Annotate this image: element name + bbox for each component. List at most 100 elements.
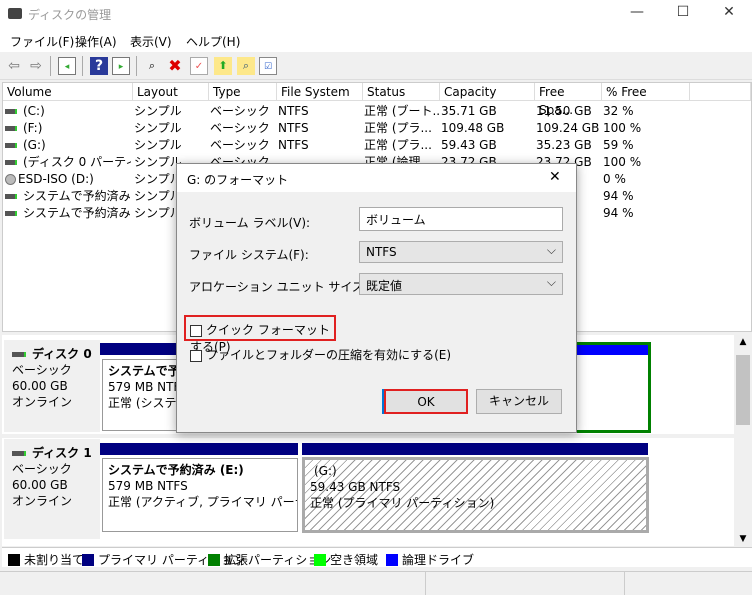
table-row[interactable]: (C:) シンプル ベーシック NTFS 正常 (ブート... 35.71 GB 11.50… — [3, 103, 751, 120]
window-title: ディスクの管理 — [28, 8, 112, 22]
file-system-value: NTFS — [366, 245, 397, 259]
cell-text: NTFS — [278, 138, 309, 152]
cell-text: シンプル — [134, 138, 182, 152]
table-row[interactable]: (F:) シンプル ベーシック NTFS 正常 (プラ... 109.48 GB 109.2… — [3, 120, 751, 137]
table-cell: 11.50 GB — [536, 103, 601, 120]
column-header-free-space[interactable]: Free Spa... — [535, 83, 602, 117]
console-tree-icon[interactable]: ◂ — [58, 57, 76, 75]
table-cell: システムで予約済み — [5, 188, 131, 205]
volume-icon — [5, 126, 17, 131]
partition-size: 59.43 GB NTFS — [310, 480, 401, 494]
cell-text: 94 % — [603, 189, 634, 203]
menu-help[interactable]: ヘルプ(H) — [186, 33, 240, 50]
scroll-up-icon[interactable]: ▲ — [734, 337, 752, 347]
table-cell: ベーシック — [210, 137, 276, 154]
menu-action[interactable]: 操作(A) — [75, 33, 117, 50]
cd-drive-icon — [5, 174, 16, 185]
help-icon[interactable]: ? — [90, 57, 108, 75]
legend-swatch — [8, 553, 20, 566]
file-system-select[interactable]: NTFS — [359, 241, 563, 263]
vertical-scrollbar[interactable]: ▲ ▼ — [734, 335, 752, 546]
compression-checkbox[interactable]: ファイルとフォルダーの圧縮を有効にする(E) — [190, 346, 451, 363]
column-header-layout[interactable]: Layout — [133, 83, 209, 101]
cell-text: システムで予約済み ... — [23, 206, 131, 220]
action-pane-icon[interactable]: ▸ — [112, 57, 130, 75]
table-cell: (ディスク 0 パーティシ... — [5, 154, 131, 171]
column-header-volume[interactable]: Volume — [3, 83, 133, 101]
legend-label: 未割り当て — [24, 553, 85, 567]
cell-text: ベーシック — [210, 121, 270, 135]
checklist-icon[interactable]: ☑ — [259, 57, 277, 75]
close-button[interactable]: ✕ — [714, 4, 744, 20]
status-bar — [0, 571, 752, 595]
disk-0-label[interactable]: ディスク 0 ベーシック 60.00 GB オンライン — [4, 340, 100, 432]
table-cell: (G:) — [5, 137, 131, 154]
volume-label-input[interactable]: ボリューム — [359, 207, 563, 231]
quick-format-checkbox-box[interactable] — [190, 324, 202, 337]
disk-state: オンライン — [12, 395, 73, 409]
table-cell: 32 % — [603, 103, 689, 120]
properties-icon[interactable]: ✓ — [190, 57, 208, 75]
table-cell: 100 % — [603, 154, 689, 171]
cell-text: 35.71 GB — [441, 104, 497, 118]
cell-text: 59.43 GB — [441, 138, 497, 152]
cell-text: シンプル — [134, 155, 182, 169]
partition-name: (G:) — [314, 464, 337, 478]
table-cell: シンプル — [134, 120, 208, 137]
search-icon[interactable]: ⌕ — [237, 57, 255, 75]
allocation-unit-select[interactable]: 既定値 — [359, 273, 563, 295]
disk-management-icon — [8, 8, 22, 19]
dialog-close-button[interactable]: ✕ — [549, 169, 561, 185]
cell-text: シンプル — [134, 206, 182, 220]
menu-file[interactable]: ファイル(F) — [10, 33, 74, 50]
column-header-file-system[interactable]: File System — [277, 83, 363, 101]
cell-text: シンプル — [134, 172, 182, 186]
table-cell: NTFS — [278, 120, 362, 137]
compression-checkbox-box[interactable] — [190, 349, 202, 362]
menu-view[interactable]: 表示(V) — [130, 33, 172, 50]
disk-icon — [12, 451, 26, 456]
partition-g-selected[interactable]: (G:) 59.43 GB NTFS 正常 (プライマリ パーティション) — [302, 457, 649, 533]
legend-swatch — [386, 553, 398, 566]
partition-system-reserved-e[interactable]: システムで予約済み (E:) 579 MB NTFS 正常 (アクティブ, プラ… — [102, 458, 298, 532]
column-header-status[interactable]: Status — [363, 83, 440, 101]
table-cell: 109.24 GB — [536, 120, 601, 137]
scrollbar-thumb[interactable] — [736, 355, 750, 425]
table-row[interactable]: (G:) シンプル ベーシック NTFS 正常 (プラ... 59.43 GB 35.23 … — [3, 137, 751, 154]
primary-partition-bar — [100, 443, 298, 455]
table-cell: 109.48 GB — [441, 120, 534, 137]
column-header-type[interactable]: Type — [209, 83, 277, 101]
cell-text: 100 % — [603, 155, 642, 169]
maximize-button[interactable]: ☐ — [668, 4, 698, 20]
legend-item: 空き領域 — [314, 551, 378, 568]
table-cell: (F:) — [5, 120, 131, 137]
minimize-button[interactable]: — — [622, 4, 652, 20]
cancel-button[interactable]: キャンセル — [476, 389, 562, 414]
allocation-unit-label: アロケーション ユニット サイズ(A): — [189, 280, 386, 294]
forward-icon[interactable]: ⇨ — [27, 57, 45, 75]
scroll-down-icon[interactable]: ▼ — [734, 534, 752, 544]
back-icon[interactable]: ⇦ — [5, 57, 23, 75]
cell-text: 109.24 GB — [536, 121, 600, 135]
dialog-title: G: のフォーマット — [187, 173, 289, 187]
column-header-empty — [690, 83, 751, 101]
cell-text: 32 % — [603, 104, 634, 118]
column-header-capacity[interactable]: Capacity — [440, 83, 535, 101]
cell-text: シンプル — [134, 189, 182, 203]
table-cell: 100 % — [603, 120, 689, 137]
delete-icon[interactable]: ✖ — [166, 57, 184, 75]
import-icon[interactable]: ⬆ — [214, 57, 232, 75]
disk-type: ベーシック — [12, 462, 72, 476]
partition-status: 正常 (アクティブ, プライマリ パーティション — [108, 495, 297, 509]
format-dialog: G: のフォーマット ✕ ボリューム ラベル(V): ボリューム ファイル シス… — [176, 163, 577, 433]
quick-format-checkbox[interactable]: クイック フォーマットする(P) — [184, 315, 336, 354]
toolbar: ⇦ ⇨ ◂ ? ▸ ⌕ ✖ ✓ ⬆ ⌕ ☑ — [0, 52, 752, 80]
disk-1-label[interactable]: ディスク 1 ベーシック 60.00 GB オンライン — [4, 439, 100, 539]
cell-text: 正常 (プラ... — [364, 138, 432, 152]
legend: 未割り当て プライマリ パーティション 拡張パーティション 空き領域 論理ドライブ — [2, 547, 752, 567]
ok-button[interactable]: OK — [384, 389, 468, 414]
cell-text: NTFS — [278, 104, 309, 118]
partition-status: 正常 (プライマリ パーティション) — [310, 496, 495, 510]
connect-disk-icon[interactable]: ⌕ — [143, 57, 161, 75]
column-header-percent-free[interactable]: % Free — [602, 83, 690, 101]
